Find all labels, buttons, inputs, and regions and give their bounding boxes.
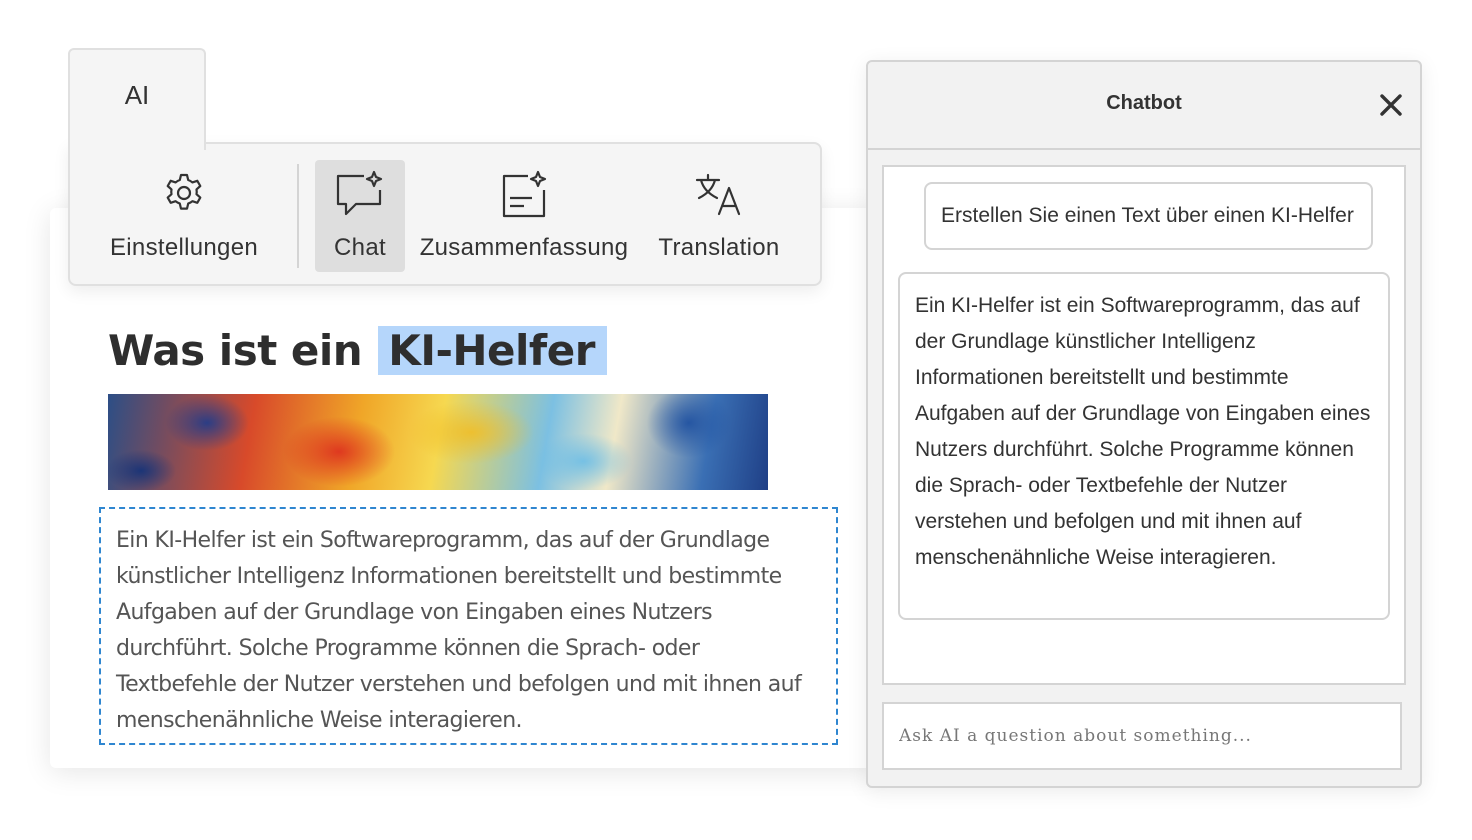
selected-paragraph[interactable]: Ein KI-Helfer ist ein Softwareprogramm, … (99, 507, 838, 745)
assistant-message: Ein KI-Helfer ist ein Softwareprogramm, … (898, 272, 1390, 620)
chat-messages[interactable]: Erstellen Sie einen Text über einen KI-H… (882, 165, 1406, 685)
chat-question-input[interactable] (882, 702, 1402, 770)
close-button[interactable] (1376, 90, 1406, 120)
close-icon (1380, 94, 1402, 116)
document-title[interactable]: Was ist ein KI-Helfer (108, 322, 607, 380)
chat-sparkle-icon (336, 170, 383, 216)
translation-label: Translation (658, 234, 780, 261)
settings-label: Einstellungen (109, 234, 258, 261)
tab-ai-label: AI (124, 80, 150, 110)
chatbot-panel: Chatbot Erstellen Sie einen Text über ei… (866, 60, 1422, 788)
summary-button[interactable]: Zusammenfassung (419, 160, 629, 272)
ai-toolbar: Einstellungen Chat Zusammenfassung Trans… (68, 142, 822, 286)
tab-ai[interactable]: AI (68, 48, 206, 150)
user-message: Erstellen Sie einen Text über einen KI-H… (924, 182, 1373, 250)
title-prefix: Was ist ein (108, 326, 363, 375)
chat-button[interactable]: Chat (315, 160, 405, 272)
settings-button[interactable]: Einstellungen (104, 160, 264, 272)
abstract-art-image[interactable] (108, 394, 768, 490)
translate-icon (695, 173, 741, 216)
translation-button[interactable]: Translation (656, 160, 782, 272)
title-highlighted-text[interactable]: KI-Helfer (378, 326, 607, 375)
gear-icon (166, 173, 202, 210)
summary-label: Zusammenfassung (419, 234, 629, 261)
chatbot-title: Chatbot (1106, 92, 1182, 114)
chat-label: Chat (334, 234, 386, 261)
chatbot-header: Chatbot (868, 62, 1420, 150)
toolbar-divider (297, 164, 299, 268)
summary-sparkle-icon (502, 170, 547, 218)
